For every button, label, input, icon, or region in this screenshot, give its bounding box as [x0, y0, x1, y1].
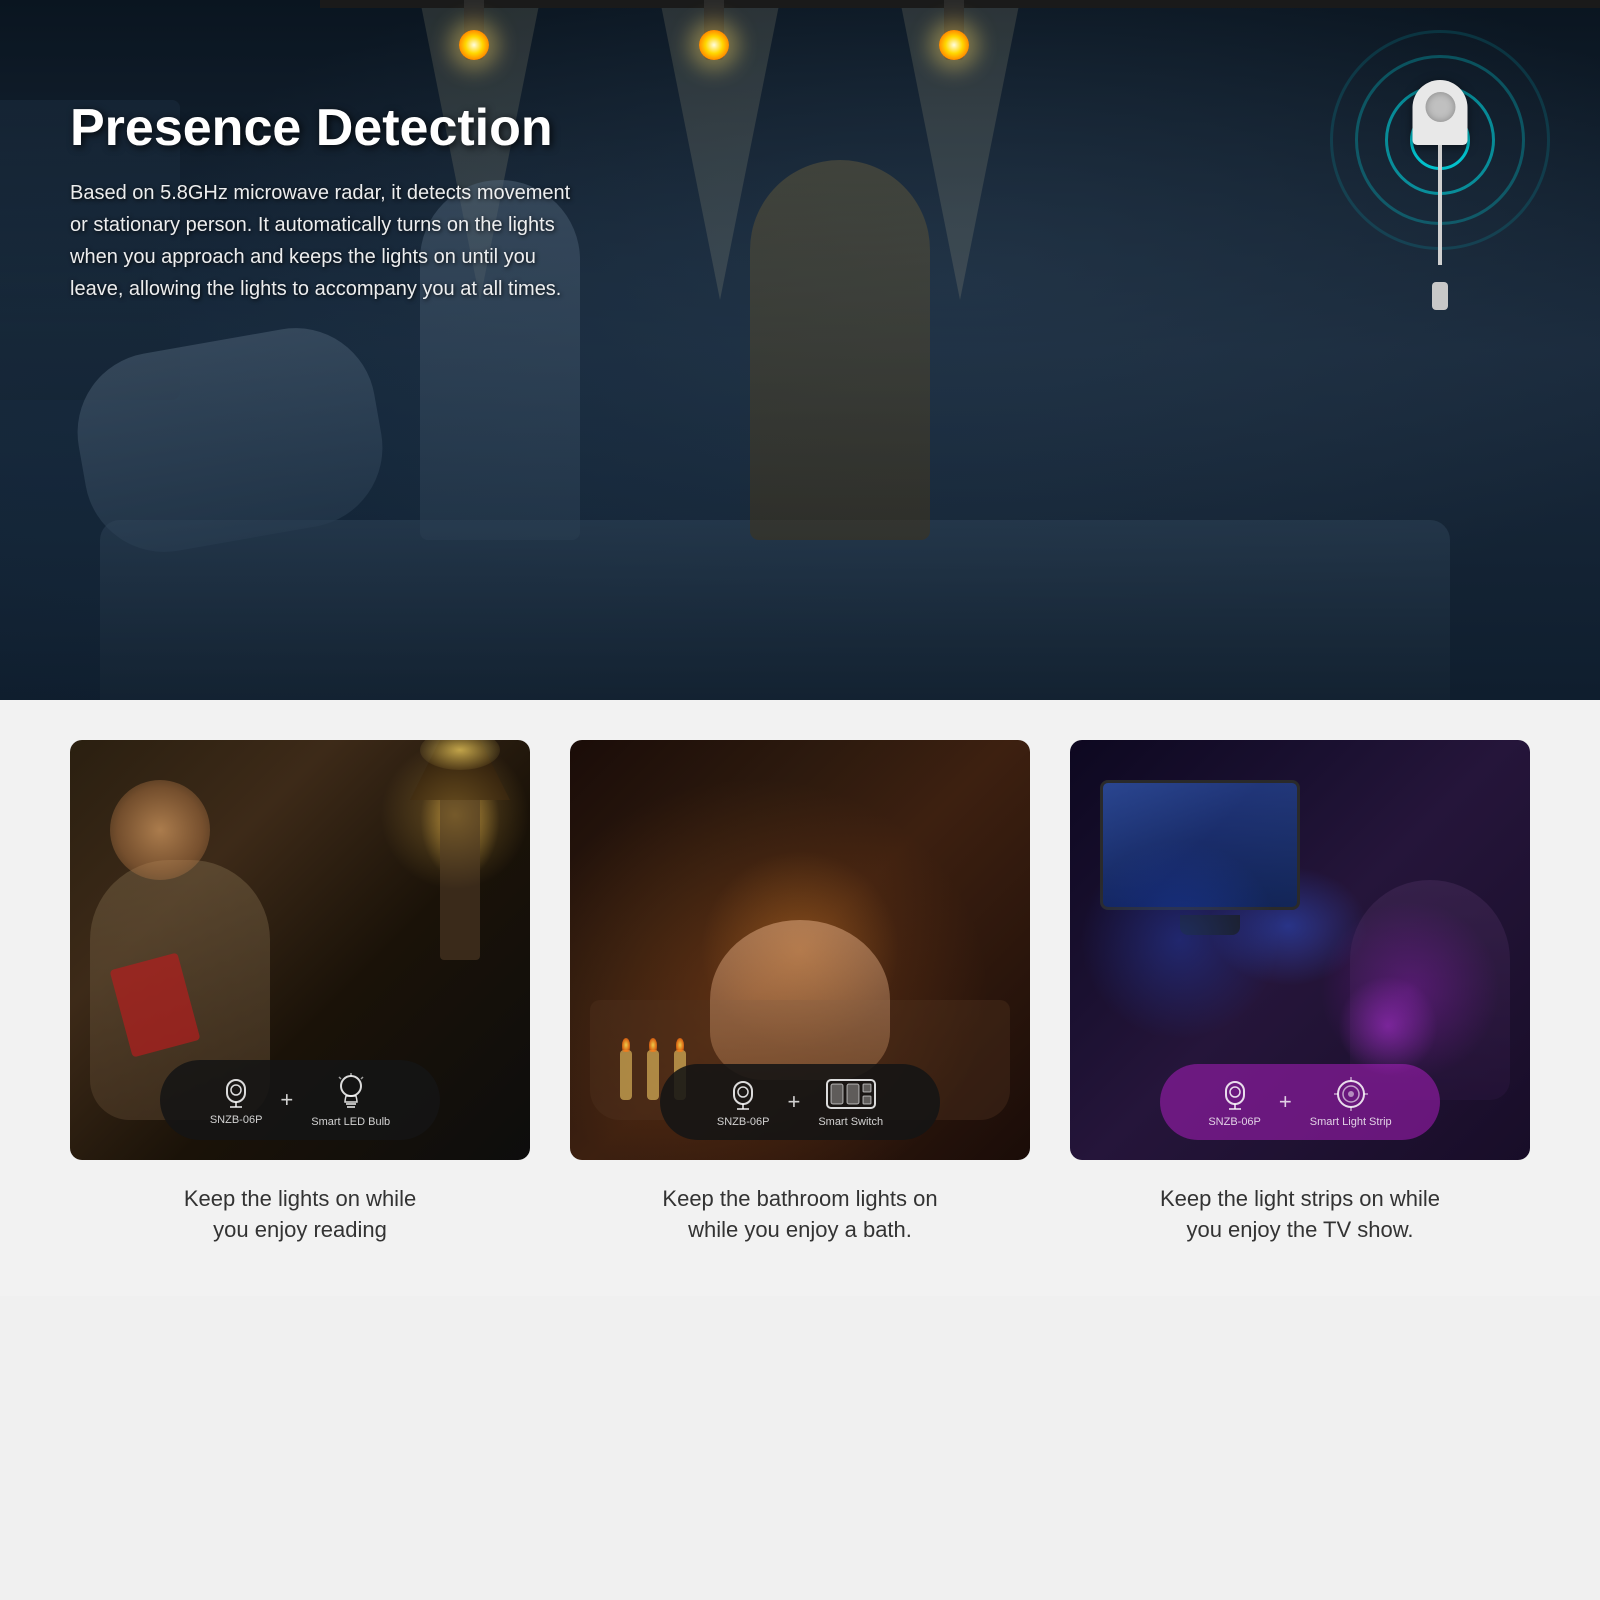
sensor-label-1: SNZB-06P [210, 1114, 263, 1126]
bulb-icon [334, 1072, 368, 1112]
ceiling-fixture-1 [464, 0, 484, 60]
radar-cable [1438, 145, 1442, 265]
sensor-label-3: SNZB-06P [1208, 1116, 1261, 1128]
product-badge-bath: SNZB-06P + Smart Switch [660, 1064, 940, 1140]
badge-bulb-1: Smart LED Bulb [311, 1072, 390, 1128]
reading-person-head [110, 780, 210, 880]
person-1 [65, 315, 395, 564]
floor-lamp [440, 760, 480, 960]
sensor-icon-1 [218, 1074, 254, 1110]
radar-body [1413, 80, 1468, 145]
card-caption-tv: Keep the light strips on while you enjoy… [1160, 1184, 1440, 1246]
hero-description: Based on 5.8GHz microwave radar, it dete… [70, 177, 590, 305]
cards-row: SNZB-06P + Smart LED Bulb [60, 740, 1540, 1246]
badge-sensor-1: SNZB-06P [210, 1074, 263, 1126]
hero-text-container: Presence Detection Based on 5.8GHz micro… [70, 100, 590, 305]
hero-title: Presence Detection [70, 100, 590, 157]
tv-people [1350, 880, 1510, 1100]
product-badge-reading: SNZB-06P + Smart LED Bulb [160, 1060, 440, 1140]
strip-icon [1330, 1076, 1372, 1112]
badge-sensor-2: SNZB-06P [717, 1076, 770, 1128]
ceiling-fixture-2 [704, 0, 724, 60]
person-3 [750, 160, 930, 540]
use-card-reading: SNZB-06P + Smart LED Bulb [70, 740, 530, 1246]
bottom-section: SNZB-06P + Smart LED Bulb [0, 700, 1600, 1296]
badge-switch: Smart Switch [818, 1076, 883, 1128]
hero-section: Presence Detection Based on 5.8GHz micro… [0, 0, 1600, 700]
tv-screen [1100, 780, 1300, 910]
plus-symbol-2: + [787, 1089, 800, 1115]
switch-icon [825, 1076, 877, 1112]
card-image-bath: SNZB-06P + Smart Switch [570, 740, 1030, 1160]
card-image-reading: SNZB-06P + Smart LED Bulb [70, 740, 530, 1160]
card-image-tv: SNZB-06P + Smart Light St [1070, 740, 1530, 1160]
strip-label: Smart Light Strip [1310, 1116, 1392, 1128]
badge-light-strip: Smart Light Strip [1310, 1076, 1392, 1128]
card-caption-reading: Keep the lights on while you enjoy readi… [184, 1184, 416, 1246]
sensor-icon-2 [725, 1076, 761, 1112]
badge-sensor-3: SNZB-06P [1208, 1076, 1261, 1128]
ceiling-fixture-3 [944, 0, 964, 60]
plus-symbol-1: + [280, 1087, 293, 1113]
bath-person [710, 920, 890, 1080]
candle-2 [647, 1050, 659, 1100]
switch-label: Smart Switch [818, 1116, 883, 1128]
radar-plug [1432, 282, 1448, 310]
sensor-icon-3 [1217, 1076, 1253, 1112]
radar-device [1330, 30, 1550, 310]
card-caption-bath: Keep the bathroom lights on while you en… [662, 1184, 937, 1246]
use-card-bath: SNZB-06P + Smart Switch [570, 740, 1030, 1246]
use-card-tv: SNZB-06P + Smart Light St [1070, 740, 1530, 1246]
candle-1 [620, 1050, 632, 1100]
product-badge-tv: SNZB-06P + Smart Light St [1160, 1064, 1440, 1140]
sensor-label-2: SNZB-06P [717, 1116, 770, 1128]
plus-symbol-3: + [1279, 1089, 1292, 1115]
tv-stand [1180, 915, 1240, 935]
bulb-label: Smart LED Bulb [311, 1116, 390, 1128]
